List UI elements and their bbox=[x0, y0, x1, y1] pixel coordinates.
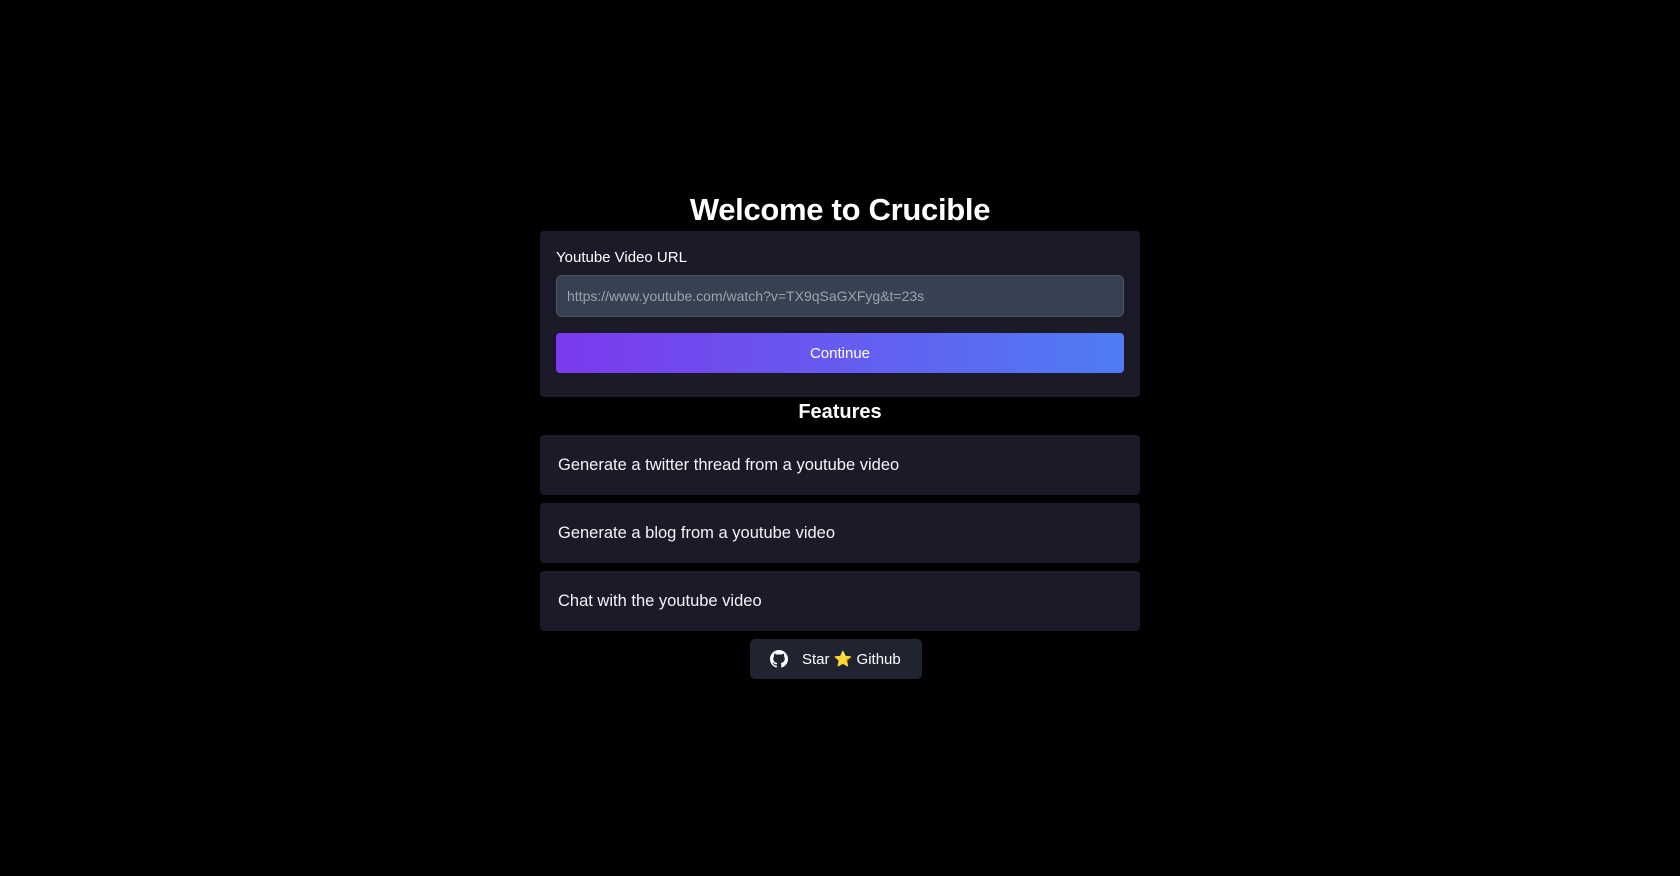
youtube-url-input[interactable] bbox=[556, 275, 1124, 317]
github-icon bbox=[770, 650, 788, 668]
page-title: Welcome to Crucible bbox=[689, 192, 991, 227]
url-field-label: Youtube Video URL bbox=[556, 249, 687, 266]
url-form-card: Youtube Video URL Continue bbox=[540, 231, 1140, 397]
features-heading: Features bbox=[798, 401, 882, 423]
github-button-label: Star ⭐ Github bbox=[802, 651, 901, 668]
feature-item-blog: Generate a blog from a youtube video bbox=[540, 503, 1140, 563]
feature-item-chat: Chat with the youtube video bbox=[540, 571, 1140, 631]
page: Welcome to Crucible Youtube Video URL Co… bbox=[0, 0, 1680, 876]
feature-item-twitter-thread: Generate a twitter thread from a youtube… bbox=[540, 435, 1140, 495]
continue-button[interactable]: Continue bbox=[556, 333, 1124, 373]
github-star-button[interactable]: Star ⭐ Github bbox=[750, 639, 922, 679]
